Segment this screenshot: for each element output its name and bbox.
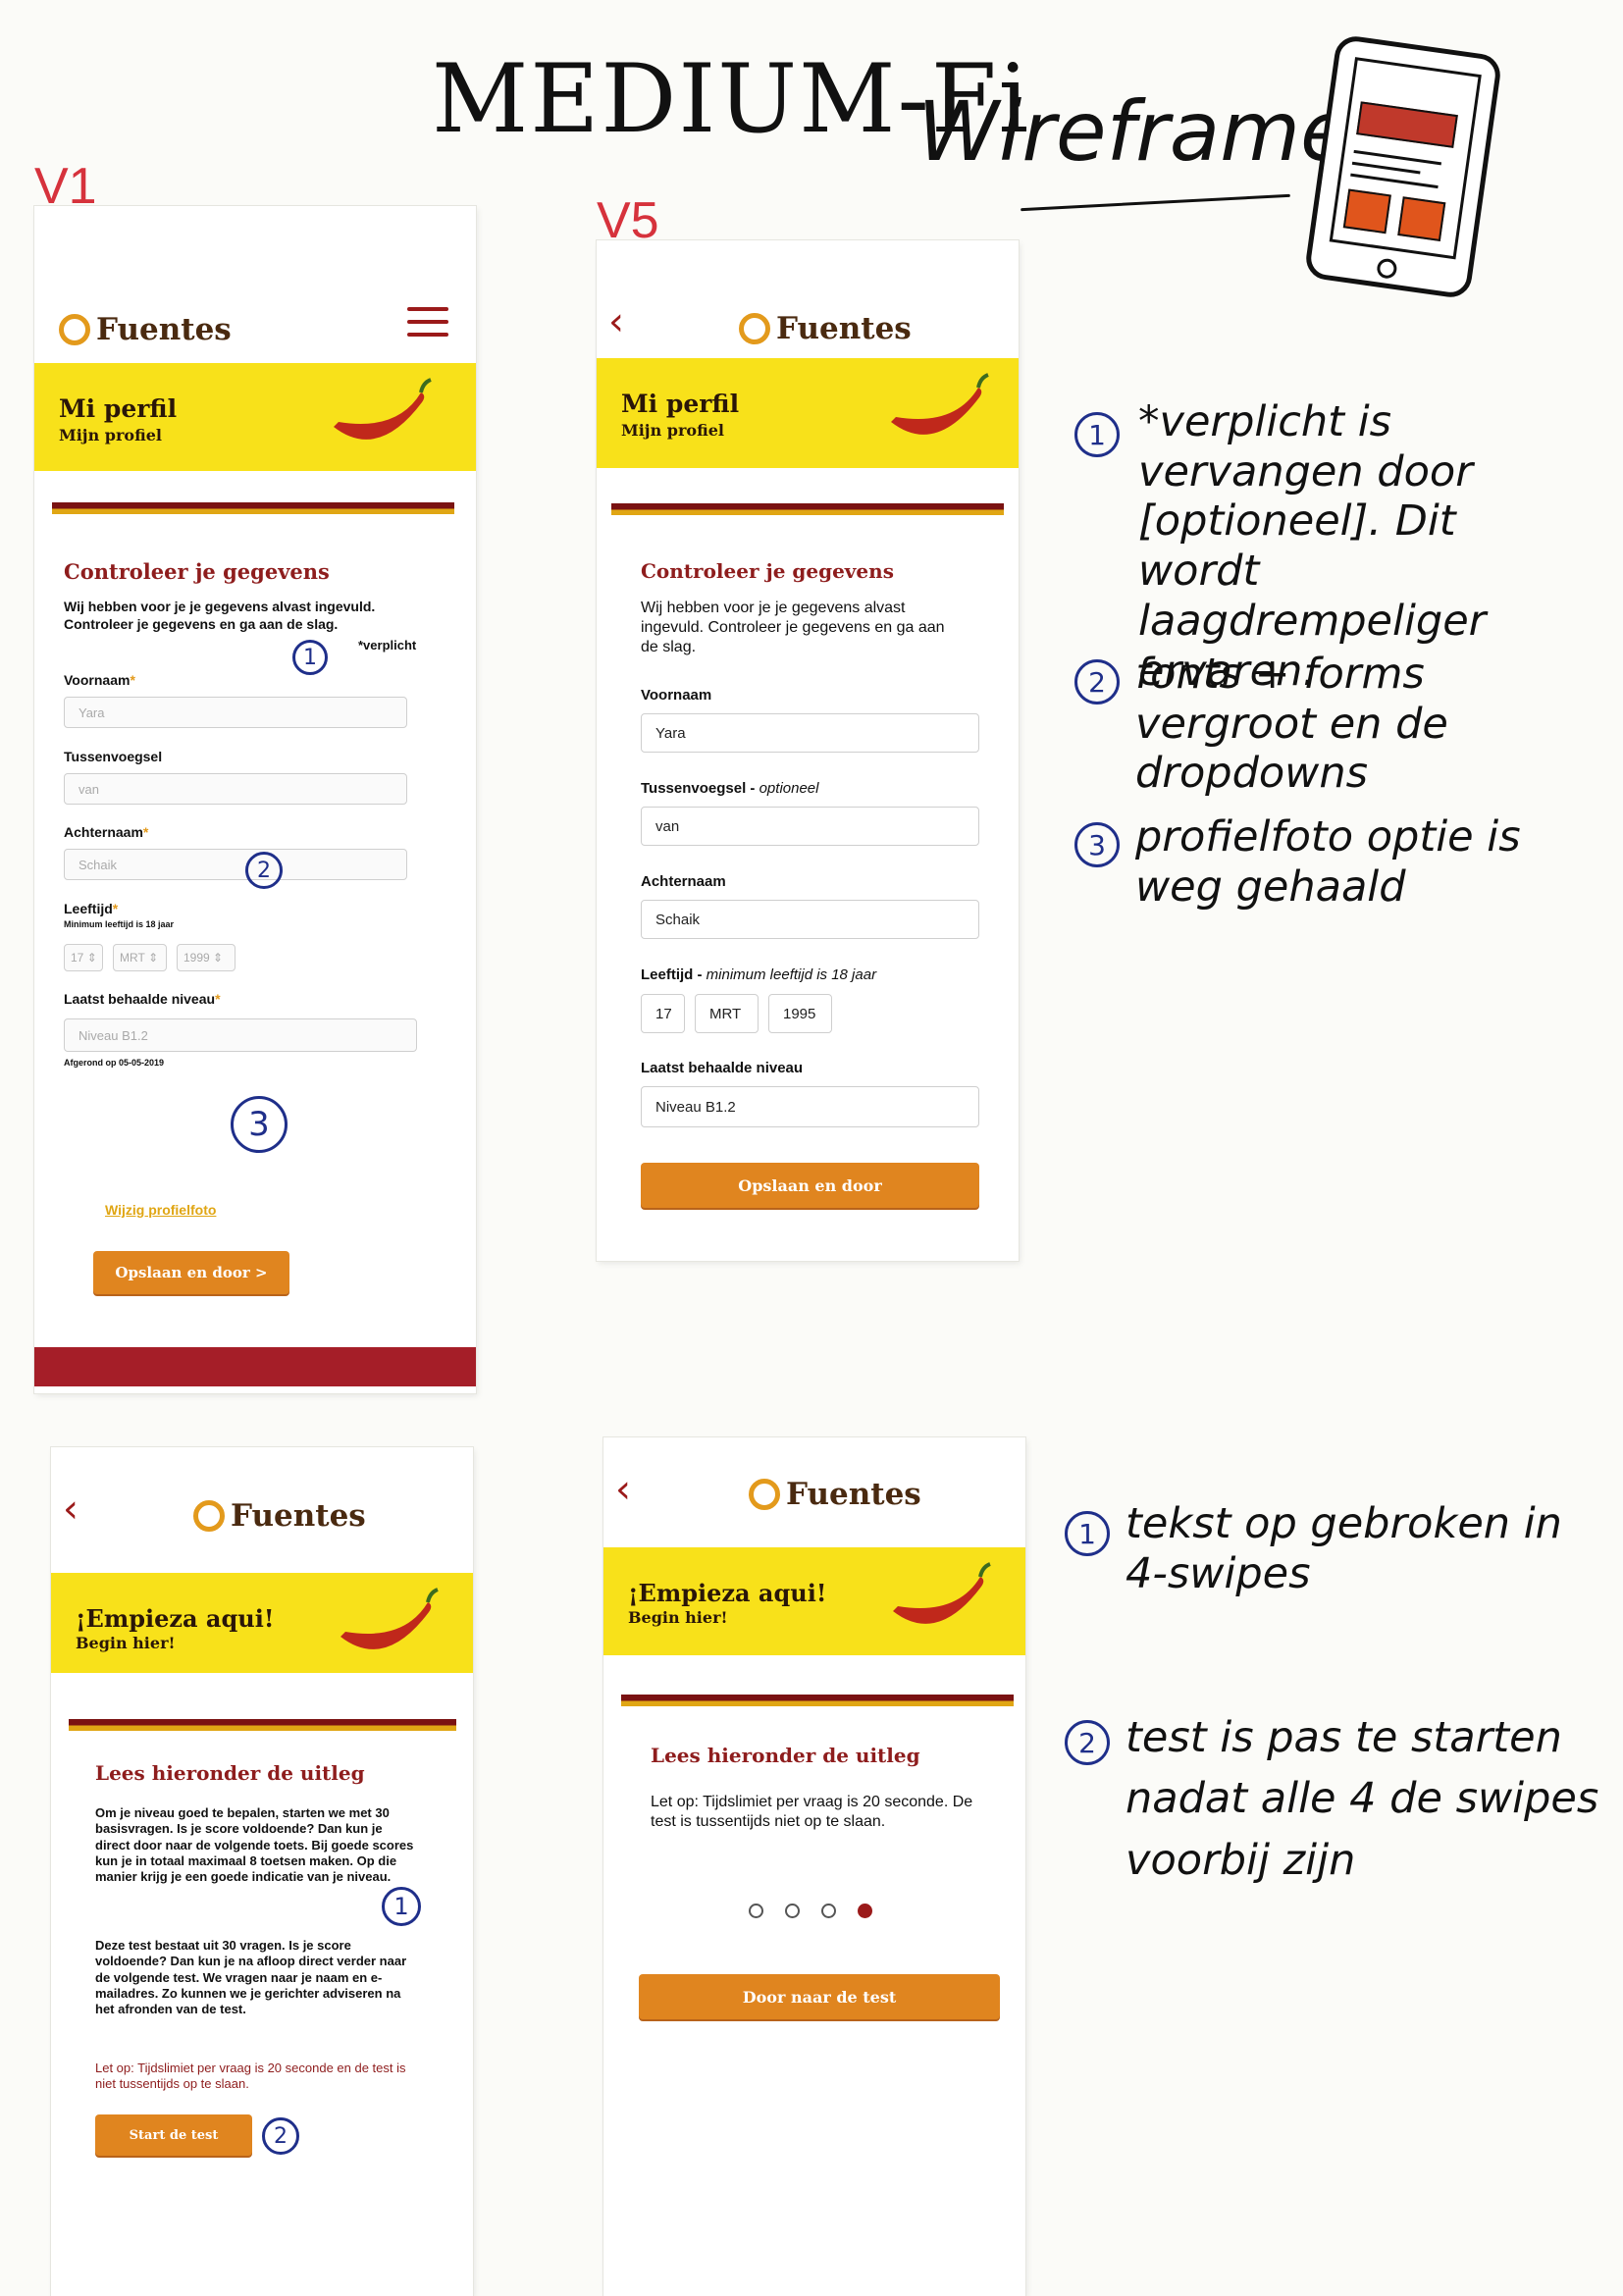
voornaam-input[interactable]: Yara	[641, 713, 979, 753]
month-select[interactable]: MRT ⇕	[113, 944, 167, 971]
pepper-icon	[891, 373, 989, 435]
swipe-dot-active[interactable]	[858, 1904, 872, 1918]
day-select[interactable]: 17 ⇕	[64, 944, 103, 971]
note-top-3: profielfoto optie is weg gehaald	[1135, 812, 1521, 912]
voornaam-label: Voornaam*	[64, 672, 135, 688]
month-select[interactable]: MRT	[695, 994, 759, 1033]
pepper-icon	[893, 1562, 991, 1624]
pepper-icon	[334, 378, 432, 440]
pepper-icon	[340, 1588, 439, 1649]
logo-ring-icon	[59, 314, 90, 345]
logo-ring-icon	[193, 1500, 225, 1532]
brand-name: Fuentes	[776, 311, 912, 346]
annotation-marker-1: 1	[382, 1887, 421, 1926]
achternaam-label: Achternaam	[641, 873, 726, 890]
niveau-note: Afgerond op 05-05-2019	[64, 1058, 165, 1068]
tussenvoegsel-input[interactable]: van	[64, 773, 407, 805]
divider-stripe	[52, 502, 454, 514]
note-bottom-1: tekst op gebroken in 4-swipes	[1126, 1499, 1562, 1598]
brand-name: Fuentes	[96, 312, 232, 347]
screen-v5-profile: ‹ Fuentes Mi perfil Mijn profiel Control…	[597, 240, 1019, 1261]
intro-text: Wij hebben voor je je gegevens alvast in…	[64, 599, 376, 632]
section-title: Lees hieronder de uitleg	[651, 1744, 920, 1767]
title-underline	[1021, 193, 1290, 212]
leeftijd-label: Leeftijd - minimum leeftijd is 18 jaar	[641, 966, 877, 983]
menu-icon[interactable]	[407, 307, 448, 345]
explanation-paragraph-1: Om je niveau goed te bepalen, starten we…	[95, 1805, 414, 1884]
intro-text: Wij hebben voor je je gegevens alvast in…	[641, 600, 945, 655]
start-test-button[interactable]: Start de test	[95, 2114, 252, 2156]
banner-title: ¡Empieza aqui!	[76, 1604, 275, 1633]
required-note: *verplicht	[358, 638, 417, 652]
time-limit-warning: Let op: Tijdslimiet per vraag is 20 seco…	[95, 2061, 406, 2092]
banner-subtitle: Begin hier!	[76, 1634, 176, 1652]
note-top-2: fonts + forms vergroot en de dropdowns	[1135, 650, 1448, 799]
banner-subtitle: Begin hier!	[628, 1608, 728, 1627]
note-bottom-2: test is pas te starten nadat alle 4 de s…	[1126, 1713, 1599, 1885]
voornaam-label: Voornaam	[641, 687, 712, 704]
achternaam-input[interactable]: Schaik	[64, 849, 407, 880]
section-title: Lees hieronder de uitleg	[95, 1761, 365, 1785]
banner-title: ¡Empieza aqui!	[628, 1579, 827, 1607]
explanation-text: Let op: Tijdslimiet per vraag is 20 seco…	[651, 1794, 973, 1830]
back-icon[interactable]: ‹	[615, 1467, 631, 1512]
niveau-label: Laatst behaalde niveau	[641, 1060, 804, 1076]
start-banner: ¡Empieza aqui! Begin hier!	[51, 1573, 473, 1673]
save-continue-button[interactable]: Opslaan en door >	[93, 1251, 289, 1294]
banner-subtitle: Mijn profiel	[621, 421, 724, 440]
achternaam-label: Achternaam*	[64, 824, 149, 840]
year-select[interactable]: 1995	[768, 994, 832, 1033]
brand-name: Fuentes	[231, 1498, 366, 1534]
niveau-select[interactable]: Niveau B1.2	[641, 1086, 979, 1127]
go-to-test-button[interactable]: Door naar de test	[639, 1974, 1000, 2019]
leeftijd-hint: Minimum leeftijd is 18 jaar	[64, 919, 175, 929]
profile-banner: Mi perfil Mijn profiel	[34, 363, 476, 471]
footer-bar	[34, 1347, 476, 1386]
tussenvoegsel-input[interactable]: van	[641, 807, 979, 846]
save-continue-button[interactable]: Opslaan en door	[641, 1163, 979, 1208]
screen-v1-profile: Fuentes Mi perfil Mijn profiel Controlee…	[34, 206, 476, 1393]
banner-title: Mi perfil	[621, 390, 740, 418]
leeftijd-label: Leeftijd*	[64, 901, 119, 916]
brand-logo: Fuentes	[739, 311, 912, 346]
voornaam-input[interactable]: Yara	[64, 697, 407, 728]
banner-subtitle: Mijn profiel	[59, 426, 162, 444]
year-select[interactable]: 1999 ⇕	[177, 944, 236, 971]
annotation-marker-2: 2	[262, 2117, 299, 2155]
profile-banner: Mi perfil Mijn profiel	[597, 358, 1019, 468]
annotation-marker-2: 2	[245, 852, 283, 889]
day-select[interactable]: 17	[641, 994, 685, 1033]
tussenvoegsel-label: Tussenvoegsel	[64, 749, 163, 764]
brand-logo: Fuentes	[749, 1477, 921, 1512]
start-banner: ¡Empieza aqui! Begin hier!	[603, 1547, 1025, 1655]
section-title: Controleer je gegevens	[64, 559, 330, 584]
brand-name: Fuentes	[786, 1477, 921, 1512]
banner-title: Mi perfil	[59, 394, 178, 423]
logo-ring-icon	[739, 313, 770, 344]
back-icon[interactable]: ‹	[608, 299, 624, 344]
niveau-label: Laatst behaalde niveau*	[64, 991, 221, 1007]
change-photo-link[interactable]: Wijzig profielfoto	[105, 1202, 216, 1220]
brand-logo: Fuentes	[193, 1498, 366, 1534]
divider-stripe	[69, 1719, 456, 1731]
divider-stripe	[621, 1695, 1014, 1706]
explanation-paragraph-2: Deze test bestaat uit 30 vragen. Is je s…	[95, 1938, 407, 2016]
logo-ring-icon	[749, 1479, 780, 1510]
screen-v5-start: ‹ Fuentes ¡Empieza aqui! Begin hier! Lee…	[603, 1437, 1025, 2296]
annotation-marker-3: 3	[231, 1096, 288, 1153]
divider-stripe	[611, 503, 1004, 515]
swipe-dot[interactable]	[749, 1904, 763, 1918]
swipe-dot[interactable]	[785, 1904, 800, 1918]
brand-logo: Fuentes	[59, 312, 232, 347]
back-icon[interactable]: ‹	[63, 1487, 79, 1532]
niveau-select[interactable]: Niveau B1.2	[64, 1018, 417, 1052]
phone-sketch-icon	[1303, 33, 1503, 300]
swipe-indicator[interactable]	[749, 1904, 872, 1918]
swipe-dot[interactable]	[821, 1904, 836, 1918]
annotation-marker-1: 1	[292, 640, 328, 675]
section-title: Controleer je gegevens	[641, 559, 894, 583]
achternaam-input[interactable]: Schaik	[641, 900, 979, 939]
screen-v1-start: ‹ Fuentes ¡Empieza aqui! Begin hier! Lee…	[51, 1447, 473, 2296]
tussenvoegsel-label: Tussenvoegsel - optioneel	[641, 780, 819, 797]
